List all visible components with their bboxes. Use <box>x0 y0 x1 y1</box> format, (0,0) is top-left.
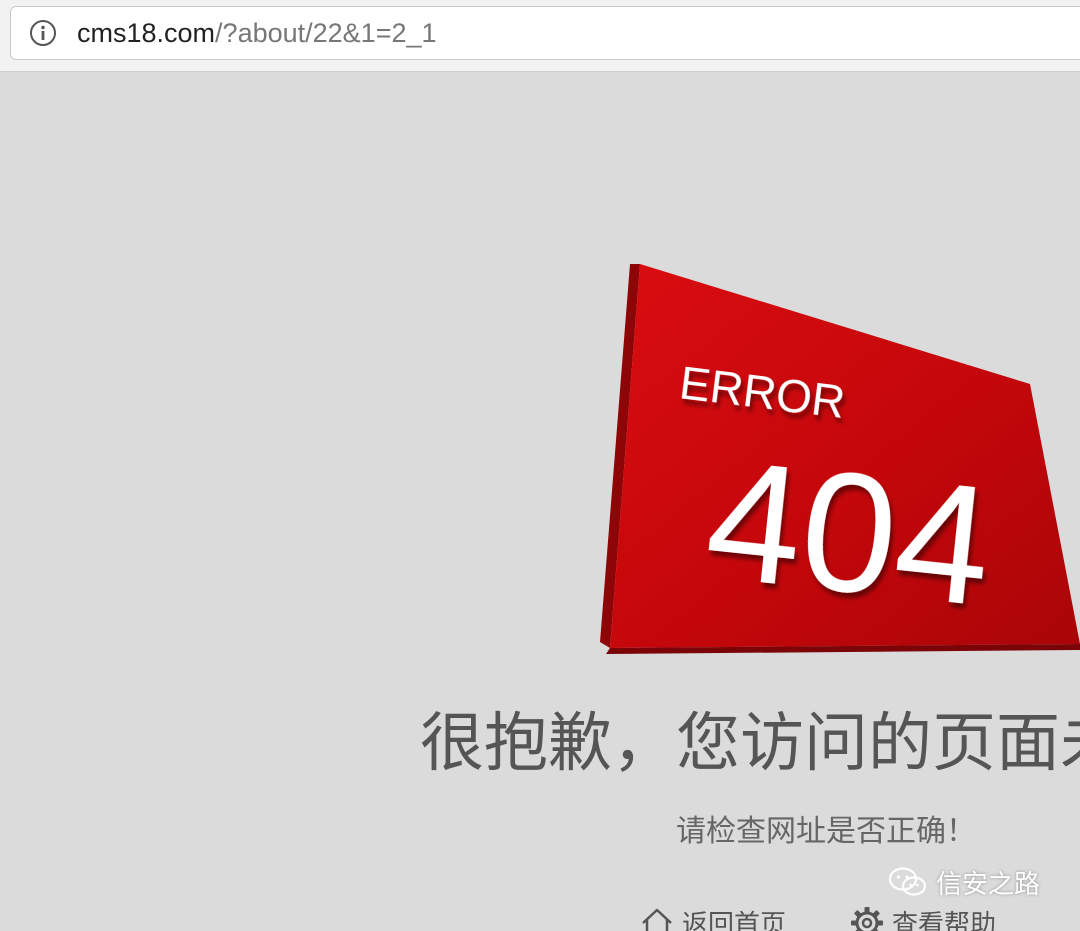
url-host: cms18.com <box>77 18 216 48</box>
home-link[interactable]: 返回首页 <box>640 904 786 931</box>
url-path: /?about/22&1=2_1 <box>215 18 437 48</box>
error-subtext: 请检查网址是否正确！ <box>676 814 976 849</box>
action-links: 返回首页 查看帮助 <box>640 904 996 931</box>
browser-toolbar: cms18.com/?about/22&1=2_1 <box>0 0 1080 72</box>
info-icon[interactable] <box>29 19 57 47</box>
error-code: 404 <box>698 424 1000 643</box>
home-icon <box>642 908 672 931</box>
page-content: ERROR 404 很抱歉，您访问的页面未 请检查网址是否正确！ 信安之路 返回… <box>0 72 1080 931</box>
help-link[interactable]: 查看帮助 <box>850 904 996 931</box>
help-link-label: 查看帮助 <box>892 910 997 931</box>
gear-icon <box>851 906 884 931</box>
url-text[interactable]: cms18.com/?about/22&1=2_1 <box>77 15 437 51</box>
address-bar[interactable]: cms18.com/?about/22&1=2_1 <box>10 6 1080 60</box>
home-link-label: 返回首页 <box>682 910 787 931</box>
watermark: 信安之路 <box>888 862 1040 902</box>
watermark-text: 信安之路 <box>936 869 1041 900</box>
error-headline: 很抱歉，您访问的页面未 <box>420 707 1080 781</box>
error-404-graphic: ERROR 404 <box>600 264 1080 654</box>
wechat-icon <box>888 867 927 896</box>
